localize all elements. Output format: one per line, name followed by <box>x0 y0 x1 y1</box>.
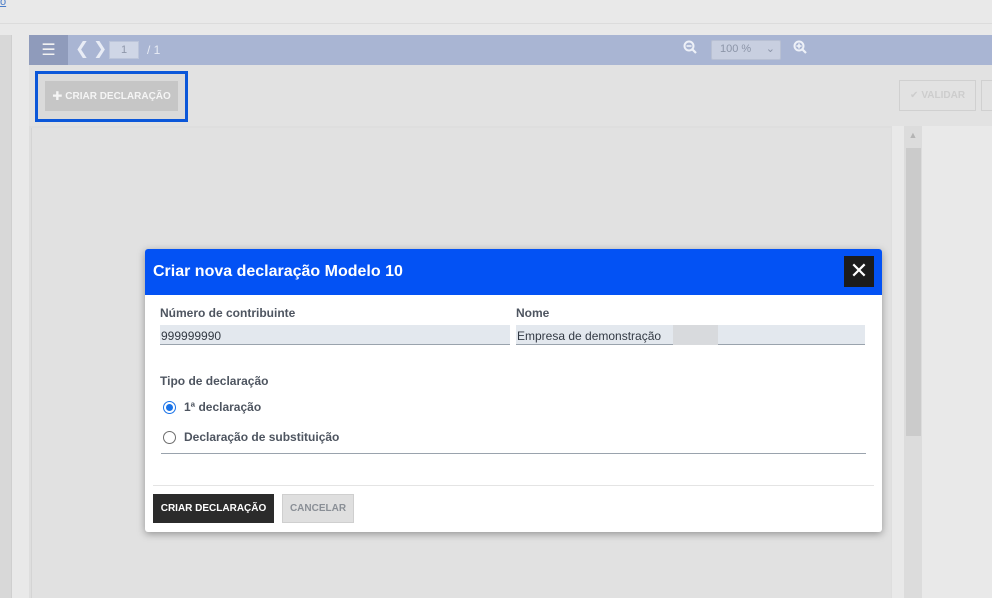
radio-button-checked[interactable] <box>163 400 176 414</box>
zoom-select[interactable]: 100 % ⌄ <box>711 40 781 60</box>
submit-create-declaration-button[interactable]: CRIAR DECLARAÇÃO <box>153 494 274 523</box>
scrollbar-thumb[interactable] <box>906 148 921 436</box>
cancel-button[interactable]: CANCELAR <box>282 494 354 523</box>
dialog-title: Criar nova declaração Modelo 10 <box>153 263 403 280</box>
extra-action-button[interactable] <box>981 80 992 111</box>
check-icon: ✔ <box>909 90 919 101</box>
viewer-toolbar: ☰ ❮ ❯ 1 / 1 100 % ⌄ <box>29 35 992 65</box>
name-redaction <box>673 325 718 345</box>
radio-substitution-label: Declaração de substituição <box>184 430 340 444</box>
radio-substitution-declaration[interactable]: Declaração de substituição <box>163 430 339 444</box>
radio-group-underline <box>161 453 866 454</box>
hamburger-icon[interactable]: ☰ <box>29 35 68 65</box>
plus-icon: ✚ <box>52 89 63 103</box>
validate-label: VALIDAR <box>921 90 966 101</box>
create-declaration-button[interactable]: ✚ CRIAR DECLARAÇÃO <box>45 81 178 111</box>
dialog-header: Criar nova declaração Modelo 10 ✕ <box>145 249 882 295</box>
zoom-in-icon[interactable] <box>793 40 807 57</box>
name-label: Nome <box>516 306 550 320</box>
taxpayer-number-label: Número de contribuinte <box>160 306 296 320</box>
declaration-type-label: Tipo de declaração <box>160 374 269 388</box>
left-rail <box>0 35 12 598</box>
radio-first-declaration-label: 1ª declaração <box>184 400 262 414</box>
edge-link[interactable]: o <box>0 0 6 8</box>
page-number-input[interactable]: 1 <box>109 41 139 59</box>
top-strip: o <box>0 0 992 24</box>
taxpayer-number-field[interactable] <box>160 325 510 345</box>
radio-first-declaration[interactable]: 1ª declaração <box>163 400 261 414</box>
dialog-footer-divider <box>153 485 874 486</box>
zoom-value: 100 % <box>720 43 752 55</box>
validate-button[interactable]: ✔ VALIDAR <box>899 80 976 111</box>
page-total: / 1 <box>147 43 161 57</box>
create-declaration-label: CRIAR DECLARAÇÃO <box>65 90 171 102</box>
zoom-out-icon[interactable] <box>683 40 697 57</box>
scroll-up-icon[interactable]: ▲ <box>904 130 922 144</box>
radio-button-unchecked[interactable] <box>163 430 176 444</box>
chevron-down-icon: ⌄ <box>765 43 775 55</box>
chevron-right-icon[interactable]: ❯ <box>93 39 107 59</box>
create-declaration-dialog: Criar nova declaração Modelo 10 ✕ Número… <box>145 249 882 532</box>
chevron-left-icon[interactable]: ❮ <box>75 39 89 59</box>
close-icon[interactable]: ✕ <box>844 256 874 287</box>
create-button-highlight: ✚ CRIAR DECLARAÇÃO <box>35 71 188 122</box>
